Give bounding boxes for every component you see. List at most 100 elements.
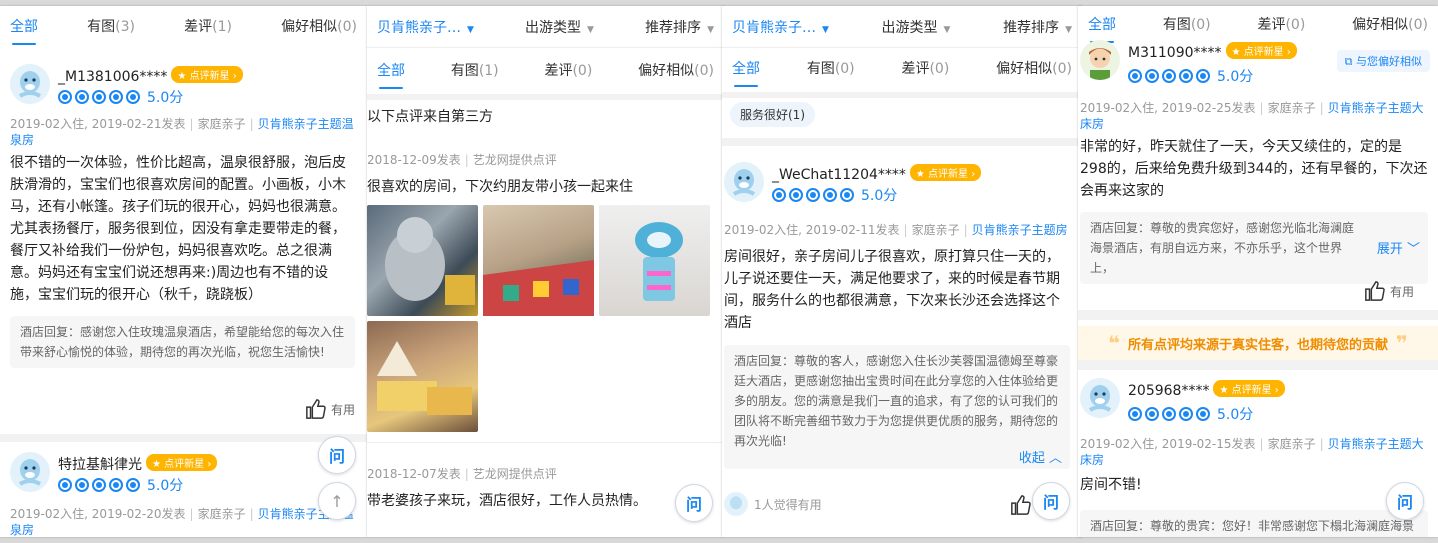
review-meta: 2019-02入住, 2019-02-15发表 | 家庭亲子 | 贝肯熊亲子主题大床房 [1080,437,1424,467]
review-text: 很喜欢的房间，下次约朋友带小孩一起来住 [367,179,633,195]
filter-bar: 贝肯熊亲子… ▼ 出游类型 ▼ 推荐排序 ▼ [367,6,724,48]
filter-bar: 贝肯熊亲子… ▼ 出游类型 ▼ 推荐排序 ▼ [722,6,1082,48]
rating-dot-icon [1128,407,1142,421]
review-tabs: 全部 有图(1) 差评(0) 偏好相似(0) [367,52,724,89]
divider [1078,360,1438,370]
helpful-button[interactable] [1010,494,1032,520]
tab-all[interactable]: 全部 [367,60,415,89]
rating: 5.0分 [1128,404,1253,424]
reviewer-badge: ★ 点评新星 › [146,454,218,471]
hotel-reply: 酒店回复：尊敬的贵宾您好，感谢您光临北海澜庭海景酒店，有朋自远方来，不亦乐乎，这… [1080,212,1428,284]
trip-type-dropdown[interactable]: 出游类型 ▼ [872,17,961,37]
expand-link[interactable]: 展开 ﹀ [1376,238,1420,257]
review-panel-2: 贝肯熊亲子… ▼ 出游类型 ▼ 推荐排序 ▼ 全部 有图(1) 差评(0) 偏好相似(… [367,6,724,537]
ask-question-button[interactable]: 问 [1032,482,1070,520]
helpful-button[interactable]: 有用 [305,398,355,420]
avatar[interactable] [1080,40,1120,80]
rating-dot-icon [1162,407,1176,421]
avatar[interactable] [10,64,50,104]
tab-all[interactable]: 全部 [0,16,48,45]
rating-dot-icon [1196,407,1210,421]
tab-with-photos[interactable]: 有图(3) [77,16,145,36]
hotel-filter-dropdown[interactable]: 贝肯熊亲子… ▼ [722,17,839,37]
rating-dot-icon [109,478,123,492]
tab-negative[interactable]: 差评(1) [174,16,242,36]
tab-with-photos[interactable]: 有图(0) [797,58,865,78]
username: 205968**** ★ 点评新星 › [1128,380,1285,399]
review-card: 特拉基斛律光 ★ 点评新星 › 5.0分 2019-02入住, 2019-02-2… [10,452,355,537]
review-text: 很不错的一次体验，性价比超高，温泉很舒服，泡后皮肤滑滑的，宝宝们也很喜欢房间的配… [10,155,346,303]
username: _WeChat11204**** ★ 点评新星 › [772,164,982,183]
review-card: 205968**** ★ 点评新星 › 5.0分 2019-02入住, 2019-… [1080,378,1428,537]
rating-dot-icon [1179,407,1193,421]
tag-filter-chip[interactable]: 服务很好(1) [730,102,815,127]
review-photo[interactable] [483,205,594,316]
reviewer-badge: ★ 点评新星 › [1213,380,1285,397]
review-card: _M1381006**** ★ 点评新星 › 5.0分 2019-02入住, 20… [10,64,355,434]
review-meta: 2019-02入住, 2019-02-20发表 | 家庭亲子 | 贝肯熊亲子主题温泉房 [10,507,354,537]
tab-similar-preference[interactable]: 偏好相似(0) [271,16,367,36]
review-tabs: 全部 有图(3) 差评(1) 偏好相似(0) [0,8,367,45]
trip-type-dropdown[interactable]: 出游类型 ▼ [515,17,604,37]
tab-with-photos[interactable]: 有图(0) [1153,14,1221,34]
tab-negative[interactable]: 差评(0) [891,58,959,78]
helpful-button[interactable]: 有用 [1364,280,1414,302]
play-mat-image [483,260,594,316]
rating-dot-icon [1179,69,1193,83]
username: M311090**** ★ 点评新星 › [1128,42,1297,61]
sort-dropdown[interactable]: 推荐排序 ▼ [993,17,1082,37]
tab-negative[interactable]: 差评(0) [1247,14,1315,34]
reviewer-badge: ★ 点评新星 › [171,66,243,83]
tab-similar-preference[interactable]: 偏好相似(0) [1342,14,1438,34]
third-party-note: 以下点评来自第三方 [367,109,493,125]
quote-close-icon: ❞ [1396,331,1408,355]
tab-all[interactable]: 全部 [722,58,770,87]
room-type-link[interactable]: 贝肯熊亲子主题房 [972,223,1068,237]
rating-dot-icon [840,188,854,202]
review-text: 房间不错! [1080,477,1142,493]
avatar[interactable] [10,452,50,492]
review-photo[interactable] [599,205,710,316]
dolphin-avatar-icon [10,64,50,104]
divider [0,434,367,442]
avatar[interactable] [724,162,764,202]
reviewer-badge: ★ 点评新星 › [909,164,982,181]
review-photo[interactable] [367,321,478,432]
rating: 5.0分 [1128,66,1253,86]
tab-with-photos[interactable]: 有图(1) [441,60,509,80]
ask-question-button[interactable]: 问 [675,484,713,522]
tab-similar-preference[interactable]: 偏好相似(0) [628,60,724,80]
hotel-filter-dropdown[interactable]: 贝肯熊亲子… ▼ [367,17,484,37]
rating-dot-icon [126,90,140,104]
ask-question-button[interactable]: 问 [1386,482,1424,520]
review-card: M311090**** ★ 点评新星 › 5.0分 2019-02入住, 2019… [1080,40,1428,310]
review-text: 非常的好，昨天就住了一天，今天又续住的，定的是298的，后来给免费升级到344的… [1080,139,1428,199]
ask-question-button[interactable]: 问 [318,436,356,474]
review-photo[interactable] [367,205,478,316]
authenticity-banner: ❝ 所有点评均来源于真实住客，也期待您的贡献 ❞ [1078,326,1438,360]
rating-dot-icon [1162,69,1176,83]
thumbs-up-icon [1365,281,1385,301]
score: 5.0分 [147,478,184,494]
tab-similar-preference[interactable]: 偏好相似(0) [986,58,1082,78]
dolphin-avatar-icon [724,162,764,202]
review-panel-1: 全部 有图(3) 差评(1) 偏好相似(0) _M1381006**** ★ 点评… [0,6,367,537]
rating: 5.0分 [58,475,183,495]
back-to-top-button[interactable]: ↑ [318,482,356,520]
collapse-link[interactable]: 收起 ︿ [1019,447,1062,466]
compare-icon: ⧉ [1344,55,1356,68]
review-meta: 2018-12-07发表 | 艺龙网提供点评 [367,467,557,481]
review-meta: 2019-02入住, 2019-02-25发表 | 家庭亲子 | 贝肯熊亲子主题大床房 [1080,101,1424,131]
review-card: _WeChat11204**** ★ 点评新星 › 5.0分 2019-02入住,… [724,162,1070,532]
reviewer-badge: ★ 点评新星 › [1225,42,1297,59]
chevron-down-icon: ▼ [467,24,474,35]
chevron-down-icon: ﹀ [1406,242,1420,257]
sort-dropdown[interactable]: 推荐排序 ▼ [635,17,724,37]
chevron-down-icon: ▼ [587,24,594,35]
rating-dot-icon [1145,407,1159,421]
avatar[interactable] [1080,378,1120,418]
score: 5.0分 [147,90,184,106]
rating-dot-icon [772,188,786,202]
tab-all[interactable]: 全部 [1078,14,1126,43]
tab-negative[interactable]: 差评(0) [534,60,602,80]
